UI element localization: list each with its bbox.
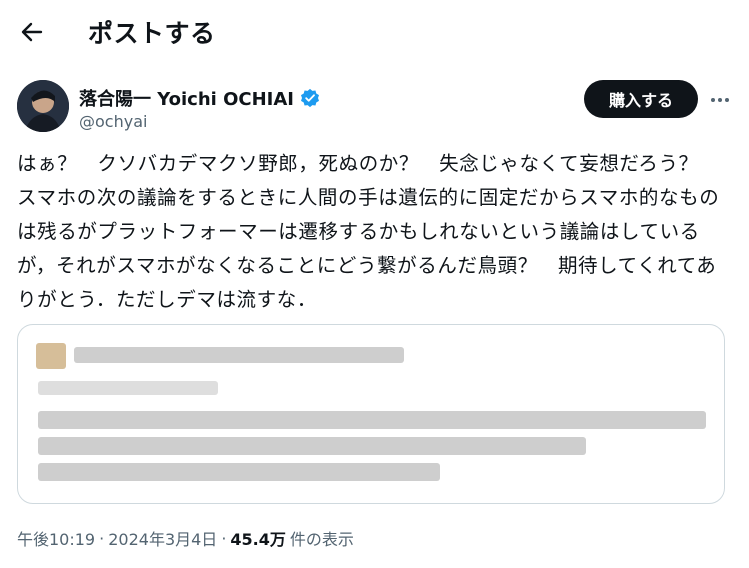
quoted-text-line-1 bbox=[38, 411, 706, 429]
more-options-button[interactable] bbox=[706, 86, 734, 114]
top-bar: ポストする bbox=[0, 0, 749, 64]
avatar[interactable] bbox=[17, 80, 69, 132]
more-horizontal-icon bbox=[711, 98, 729, 102]
buy-button[interactable]: 購入する bbox=[584, 80, 698, 118]
quoted-text-line-2 bbox=[38, 437, 586, 455]
view-count: 45.4万 bbox=[230, 530, 286, 549]
quoted-header-blur bbox=[74, 347, 404, 363]
author-name[interactable]: 落合陽一 Yoichi OCHIAI bbox=[79, 85, 294, 111]
quoted-post-blurred[interactable] bbox=[17, 324, 725, 504]
arrow-left-icon bbox=[21, 22, 43, 42]
post-text: はぁ？ クソバカデマクソ野郎，死ぬのか？ 失念じゃなくて妄想だろう？ スマホの次… bbox=[17, 152, 720, 311]
quoted-avatar-blur bbox=[36, 343, 66, 369]
page-title: ポストする bbox=[88, 19, 216, 48]
post-date[interactable]: 2024年3月4日 bbox=[108, 526, 217, 550]
quoted-subline-blur bbox=[38, 381, 218, 395]
avatar-image bbox=[17, 80, 69, 132]
meta-separator: · bbox=[99, 528, 105, 548]
post-meta: 午後10:19 · 2024年3月4日 · 45.4万 件の表示 bbox=[17, 526, 354, 550]
meta-separator: · bbox=[221, 528, 227, 548]
quoted-text-line-3 bbox=[38, 463, 440, 481]
author-handle[interactable]: @ochyai bbox=[79, 112, 147, 131]
post-time[interactable]: 午後10:19 bbox=[17, 526, 95, 550]
author-name-row: 落合陽一 Yoichi OCHIAI bbox=[79, 85, 320, 111]
back-button[interactable] bbox=[18, 18, 46, 46]
verified-badge-icon bbox=[301, 88, 320, 108]
view-count-label: 件の表示 bbox=[289, 530, 354, 549]
